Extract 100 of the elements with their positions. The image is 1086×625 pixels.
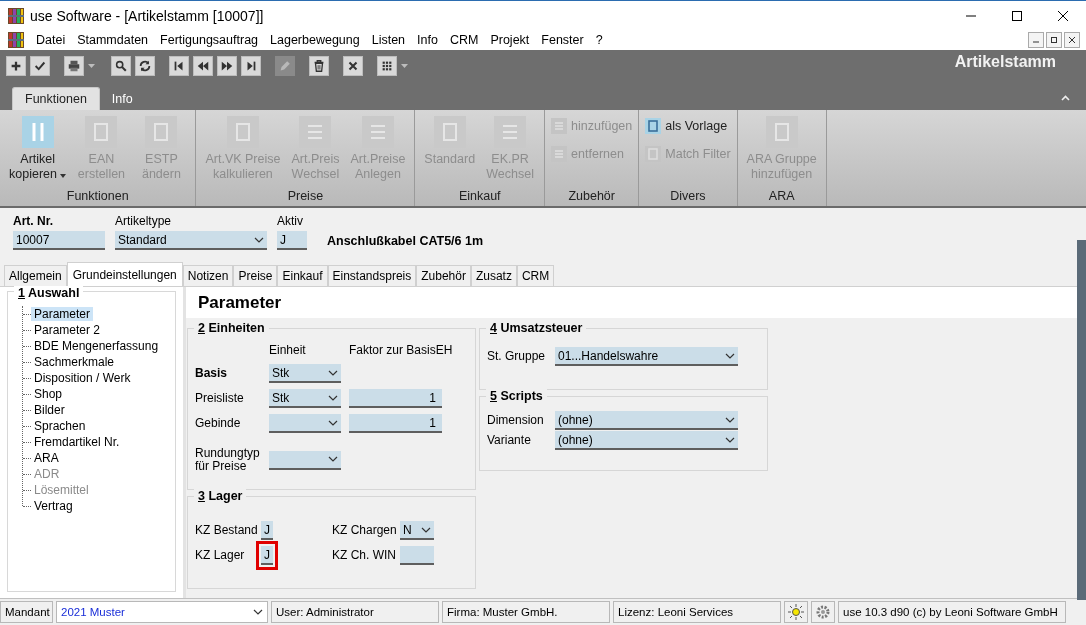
tree-item[interactable]: Sprachen <box>31 419 89 433</box>
gear-icon[interactable] <box>815 604 831 620</box>
tree-item[interactable]: Shop <box>31 387 66 401</box>
client-dropdown[interactable]: 2021 Muster <box>56 601 268 623</box>
menu-item[interactable]: Projekt <box>484 33 536 47</box>
last-record-button[interactable] <box>241 56 261 76</box>
grid-button[interactable] <box>377 56 397 76</box>
document-logo-icon <box>8 32 24 48</box>
input-field[interactable] <box>400 546 434 565</box>
dropdown-field[interactable]: (ohne) <box>555 411 738 430</box>
menu-item[interactable]: Fertigungsauftrag <box>154 33 265 47</box>
chevron-down-icon <box>253 609 263 615</box>
unit-dropdown[interactable] <box>269 450 341 470</box>
ribbon-button[interactable]: Artikel kopieren <box>6 116 70 189</box>
printer-icon <box>67 59 81 73</box>
group-title: 5 Scripts <box>486 389 547 403</box>
tree-item[interactable]: ARA <box>31 451 62 465</box>
dropdown-arrow-icon[interactable] <box>401 64 408 68</box>
trash-button[interactable] <box>309 56 329 76</box>
field-label: KZ Bestand <box>195 524 259 537</box>
tab[interactable]: CRM <box>516 265 555 286</box>
pencil-icon <box>278 59 292 73</box>
ribbon-group-title: Zubehör <box>567 189 616 205</box>
columns-icon <box>21 116 54 148</box>
menu-item[interactable]: Stammdaten <box>71 33 155 47</box>
restore-button[interactable] <box>1046 32 1062 48</box>
active-field[interactable]: J <box>277 231 307 250</box>
field-label: KZ Chargen <box>332 524 398 537</box>
input-field[interactable]: J <box>261 546 273 565</box>
unit-dropdown[interactable] <box>269 414 341 433</box>
menu-item[interactable]: ? <box>589 33 609 47</box>
tab[interactable]: Zusatz <box>470 265 517 286</box>
menu-item[interactable]: Listen <box>365 33 412 47</box>
tree-item[interactable]: Disposition / Werk <box>31 371 134 385</box>
menu-item[interactable]: CRM <box>443 33 485 47</box>
tab[interactable]: Einkauf <box>277 265 328 286</box>
tab[interactable]: Grundeinstellungen <box>66 262 183 286</box>
restore-icon <box>1050 36 1058 44</box>
unit-dropdown[interactable]: Stk <box>269 364 341 383</box>
menu-item[interactable]: Fenster <box>535 33 590 47</box>
ribbon-group-title: ARA <box>767 189 796 205</box>
tree-item[interactable]: BDE Mengenerfassung <box>31 339 162 353</box>
search-button[interactable] <box>111 56 131 76</box>
maximize-icon <box>1012 10 1022 21</box>
ribbon-group-title: Funktionen <box>65 189 130 205</box>
dropdown-arrow-icon[interactable] <box>88 64 95 68</box>
close-button[interactable] <box>343 56 363 76</box>
unit-dropdown[interactable]: Stk <box>269 389 341 408</box>
plus-button[interactable] <box>6 56 26 76</box>
tab[interactable]: Notizen <box>182 265 234 286</box>
sun-icon[interactable] <box>788 604 804 620</box>
group-title: 3 Lager <box>194 489 247 503</box>
ribbon-group-title: Divers <box>669 189 707 205</box>
tree-item[interactable]: Fremdartikel Nr. <box>31 435 123 449</box>
check-button[interactable] <box>30 56 50 76</box>
tree-item[interactable]: Parameter 2 <box>31 323 104 337</box>
article-type-dropdown[interactable]: Standard <box>115 231 267 250</box>
app-logo-icon <box>8 7 24 24</box>
collapse-icon[interactable] <box>1061 95 1070 101</box>
article-number-field[interactable]: 10007 <box>13 231 105 250</box>
field-label: Aktiv <box>277 214 304 230</box>
input-field[interactable]: J <box>261 521 273 540</box>
next-record-icon <box>220 59 234 73</box>
printer-button[interactable] <box>64 56 84 76</box>
article-description: Anschlußkabel CAT5/6 1m <box>326 233 485 248</box>
group-title: 1 Auswahl <box>14 286 84 300</box>
version-text: use 10.3 d90 (c) by Leoni Software GmbH <box>838 601 1066 623</box>
menu-item[interactable]: Datei <box>30 33 72 47</box>
tree-item[interactable]: Parameter <box>31 307 94 321</box>
tab[interactable]: Zubehör <box>416 265 471 286</box>
ribbon-tab[interactable]: Info <box>99 88 145 110</box>
menu-item[interactable]: Lagerbewegung <box>264 33 366 47</box>
close-icon <box>1058 10 1068 21</box>
next-record-button[interactable] <box>217 56 237 76</box>
plus-icon <box>9 59 23 73</box>
tab[interactable]: Allgemein <box>4 265 67 286</box>
tab[interactable]: Preise <box>233 265 278 286</box>
refresh-button[interactable] <box>135 56 155 76</box>
tab[interactable]: Einstandspreis <box>327 265 417 286</box>
close-button[interactable] <box>1064 32 1080 48</box>
chevron-down-icon <box>328 419 338 426</box>
ribbon-tab[interactable]: Funktionen <box>12 87 100 110</box>
field-label: Art. Nr. <box>13 214 54 230</box>
group-title: 2 Einheiten <box>194 321 269 335</box>
status-text: Firma: Muster GmbH. <box>442 601 610 623</box>
field-label: Dimension <box>487 414 545 427</box>
toggle-button[interactable]: als Vorlage <box>645 118 731 134</box>
first-record-button[interactable] <box>169 56 189 76</box>
factor-field[interactable]: 1 <box>349 389 442 408</box>
search-icon <box>114 59 128 73</box>
dropdown-field[interactable]: 01...Handelswahre <box>555 347 738 366</box>
dropdown-field[interactable]: (ohne) <box>555 431 738 450</box>
tree-item[interactable]: Sachmerkmale <box>31 355 118 369</box>
tree-item[interactable]: Vertrag <box>31 499 76 513</box>
dropdown-field[interactable]: N <box>400 521 434 540</box>
chevron-down-icon <box>328 369 338 376</box>
previous-record-button[interactable] <box>193 56 213 76</box>
menu-item[interactable]: Info <box>411 33 444 47</box>
factor-field[interactable]: 1 <box>349 414 442 433</box>
tree-item[interactable]: Bilder <box>31 403 68 417</box>
